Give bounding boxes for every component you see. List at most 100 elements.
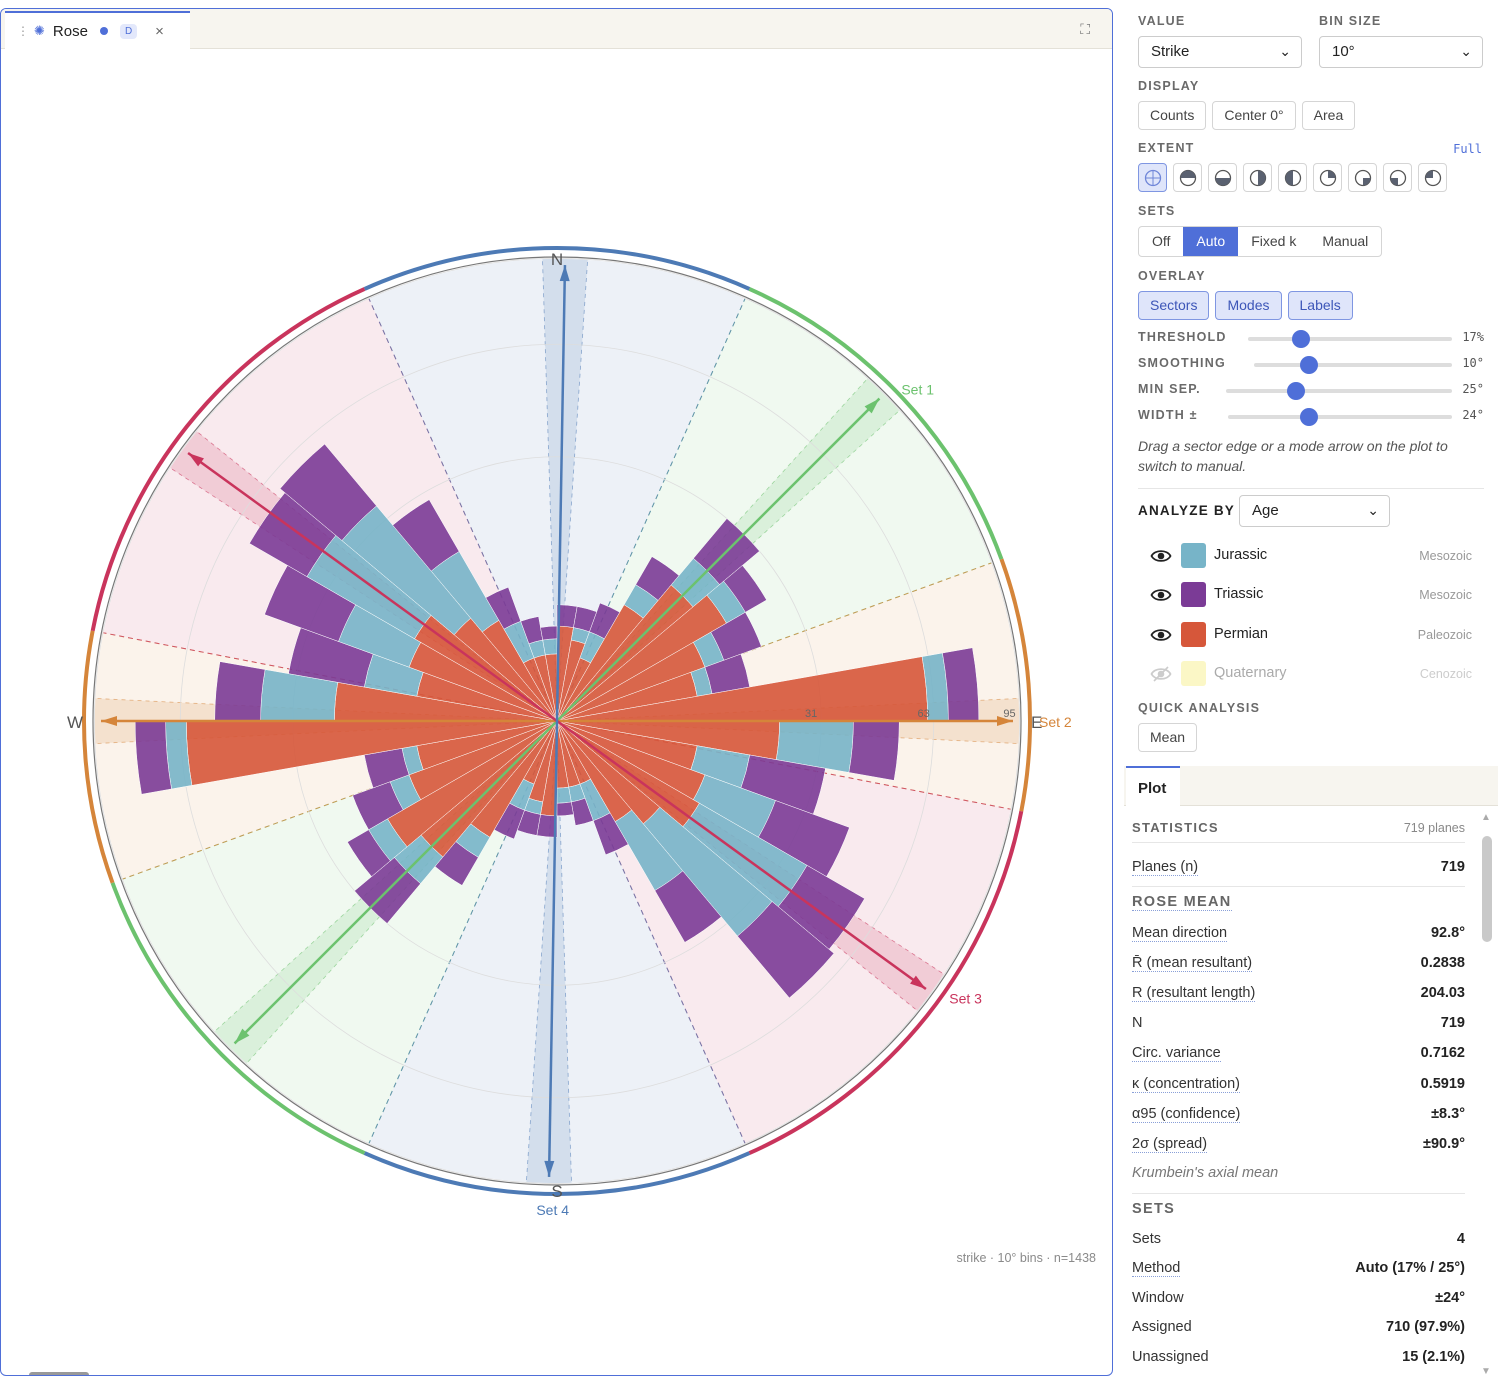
slider-knob[interactable] xyxy=(1299,408,1318,426)
tab-plot[interactable]: Plot xyxy=(1126,766,1180,806)
rose-mean-row: κ (concentration) 0.5919 xyxy=(1132,1074,1465,1096)
legend-item-triassic[interactable]: Triassic Mesozoic xyxy=(1150,581,1484,609)
bin-size-select[interactable]: 10° ⌄ xyxy=(1319,36,1483,68)
slider-track[interactable] xyxy=(1248,337,1452,341)
stat-value: ±24° xyxy=(1435,1289,1465,1306)
labels-toggle[interactable]: Labels xyxy=(1287,291,1353,320)
eye-icon[interactable] xyxy=(1150,624,1172,646)
bar-jurassic[interactable] xyxy=(542,638,558,656)
stat-label: Mean direction xyxy=(1132,925,1228,942)
extent-left-half-button[interactable] xyxy=(1278,163,1307,192)
legend-item-jurassic[interactable]: Jurassic Mesozoic xyxy=(1150,542,1484,570)
stat-value: Auto (17% / 25°) xyxy=(1355,1260,1465,1277)
extent-upper-half-button[interactable] xyxy=(1173,163,1202,192)
bar-jurassic[interactable] xyxy=(556,786,572,804)
chart-footnote: strike · 10° bins · n=1438 xyxy=(956,1251,1096,1265)
eye-off-icon[interactable] xyxy=(1150,663,1172,685)
sets-auto-option[interactable]: Auto xyxy=(1183,227,1239,256)
legend-name: Jurassic xyxy=(1214,547,1268,563)
close-icon[interactable]: × xyxy=(155,23,164,40)
analyze-by-select-text: Age xyxy=(1252,502,1279,519)
eye-icon[interactable] xyxy=(1150,584,1172,606)
center-zero-button[interactable]: Center 0° xyxy=(1212,101,1296,130)
bar-triassic[interactable] xyxy=(540,625,558,641)
bar-triassic[interactable] xyxy=(556,801,574,817)
legend-name: Triassic xyxy=(1214,586,1264,602)
slider-knob[interactable] xyxy=(1287,382,1306,400)
tab-bar: ⋮ ✺ Rose D × ⛶ xyxy=(1,9,1112,49)
ring-tick-label: 63 xyxy=(917,708,929,720)
stat-value: 0.2838 xyxy=(1420,955,1465,972)
rose-mean-row: Circ. variance 0.7162 xyxy=(1132,1043,1465,1065)
set-label: Set 1 xyxy=(901,382,934,398)
sets-row: Method Auto (17% / 25°) xyxy=(1132,1258,1465,1280)
stat-value: 719 xyxy=(1440,1015,1465,1032)
sets-manual-option[interactable]: Manual xyxy=(1309,227,1381,256)
sets-label: SETS xyxy=(1138,204,1176,218)
quick-analysis-buttons: Mean xyxy=(1138,723,1198,752)
slider-track[interactable] xyxy=(1226,389,1452,393)
sets-heading: SETS xyxy=(1132,1201,1176,1217)
value-select[interactable]: Strike ⌄ xyxy=(1138,36,1302,68)
legend-swatch xyxy=(1181,543,1206,568)
drag-grip-icon[interactable]: ⋮ xyxy=(17,24,29,38)
sets-fixed-k-option[interactable]: Fixed k xyxy=(1238,227,1309,256)
slider-knob[interactable] xyxy=(1292,330,1311,348)
compass-label-n: N xyxy=(551,250,563,269)
extent-lower-half-button[interactable] xyxy=(1208,163,1237,192)
compass-label-s: S xyxy=(551,1182,562,1201)
sets-off-option[interactable]: Off xyxy=(1139,227,1183,256)
slider-value: 10° xyxy=(1462,356,1484,370)
slider-knob[interactable] xyxy=(1300,356,1319,374)
modes-toggle[interactable]: Modes xyxy=(1215,291,1282,320)
scroll-down-icon[interactable]: ▼ xyxy=(1481,1366,1491,1377)
slider-label: MIN SEP. xyxy=(1138,382,1201,396)
slider-width: WIDTH ± 24° xyxy=(1138,406,1484,426)
rose-diagram[interactable]: 31 63 95NESWSet 1Set 2Set 3Set 4 xyxy=(1,49,1112,1269)
slider-track[interactable] xyxy=(1228,415,1452,419)
extent-ne-quadrant-button[interactable] xyxy=(1313,163,1342,192)
legend-item-permian[interactable]: Permian Paleozoic xyxy=(1150,621,1484,649)
stat-label: Unassigned xyxy=(1132,1348,1209,1365)
mean-button[interactable]: Mean xyxy=(1138,723,1198,752)
extent-label: EXTENT xyxy=(1138,141,1195,155)
stat-label: Assigned xyxy=(1132,1319,1192,1336)
extent-sw-quadrant-button[interactable] xyxy=(1383,163,1412,192)
extent-nw-quadrant-button[interactable] xyxy=(1418,163,1447,192)
sectors-toggle[interactable]: Sectors xyxy=(1138,291,1210,320)
set-label: Set 4 xyxy=(536,1202,569,1218)
expand-icon[interactable]: ⛶ xyxy=(1080,21,1090,38)
legend-item-quaternary[interactable]: Quaternary Cenozoic xyxy=(1150,660,1484,688)
stat-label: R (resultant length) xyxy=(1132,985,1256,1003)
slider-value: 17% xyxy=(1462,330,1484,344)
ring-tick-label: 31 xyxy=(805,708,817,720)
extent-se-quadrant-button[interactable] xyxy=(1348,163,1377,192)
stat-label: 2σ (spread) xyxy=(1132,1135,1208,1153)
stat-value: 710 (97.9%) xyxy=(1386,1319,1465,1336)
set-label: Set 3 xyxy=(949,990,982,1006)
horizontal-scrollbar[interactable] xyxy=(29,1372,89,1375)
planes-row: Planes (n) 719 xyxy=(1132,857,1465,879)
slider-track[interactable] xyxy=(1254,363,1452,367)
extent-se-quadrant-icon xyxy=(1354,169,1372,187)
scroll-up-icon[interactable]: ▲ xyxy=(1481,812,1491,823)
area-button[interactable]: Area xyxy=(1301,101,1356,130)
extent-right-half-icon xyxy=(1249,169,1267,187)
analyze-by-select[interactable]: Age ⌄ xyxy=(1239,495,1390,527)
stat-label: α95 (confidence) xyxy=(1132,1105,1241,1123)
counts-button[interactable]: Counts xyxy=(1138,101,1207,130)
eye-icon[interactable] xyxy=(1150,545,1172,567)
rose-mean-row: Mean direction 92.8° xyxy=(1132,923,1465,945)
extent-full-button[interactable] xyxy=(1138,163,1167,192)
bar-triassic[interactable] xyxy=(214,661,266,722)
tab-rose[interactable]: ⋮ ✺ Rose D × xyxy=(5,11,190,49)
vertical-scrollbar[interactable] xyxy=(1482,836,1492,942)
slider-value: 25° xyxy=(1462,382,1484,396)
bar-triassic[interactable] xyxy=(848,720,900,781)
compass-label-w: W xyxy=(67,713,83,732)
sets-row: Sets 4 xyxy=(1132,1229,1465,1251)
extent-right-half-button[interactable] xyxy=(1243,163,1272,192)
legend-swatch xyxy=(1181,622,1206,647)
rose-mean-note: Krumbein's axial mean xyxy=(1132,1165,1279,1181)
slider-label: SMOOTHING xyxy=(1138,356,1226,370)
